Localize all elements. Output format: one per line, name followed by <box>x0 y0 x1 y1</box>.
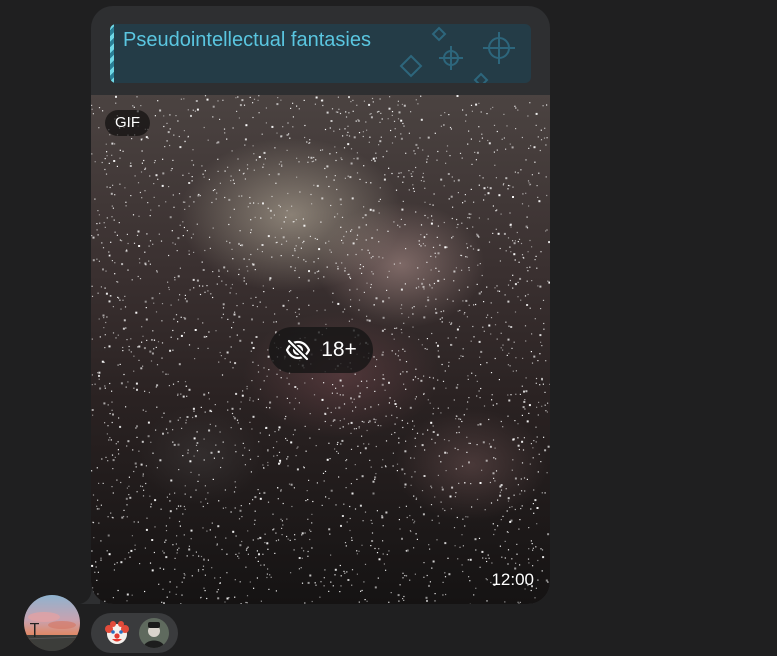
reply-preview[interactable]: Pseudointellectual fantasies <box>110 24 531 83</box>
message-time: 12:00 <box>491 570 534 589</box>
reply-pattern <box>399 26 515 83</box>
reply-accent-bar <box>110 24 114 83</box>
sender-avatar[interactable] <box>24 595 80 651</box>
clown-face-icon <box>104 620 130 646</box>
gif-badge: GIF <box>105 110 150 136</box>
chat-view: Pseudointellectual fantasies GIF 18+ 12:… <box>0 0 777 656</box>
gif-media[interactable]: GIF 18+ 12:00 <box>91 95 550 604</box>
spoiler-label: 18+ <box>321 338 357 361</box>
reactor-avatar <box>139 618 169 648</box>
reply-title: Pseudointellectual fantasies <box>123 29 371 51</box>
message-bubble[interactable]: Pseudointellectual fantasies GIF 18+ 12:… <box>91 6 550 604</box>
eye-slash-icon <box>285 339 311 361</box>
reactions-bar[interactable] <box>91 613 178 653</box>
spoiler-reveal-button[interactable]: 18+ <box>269 327 373 373</box>
